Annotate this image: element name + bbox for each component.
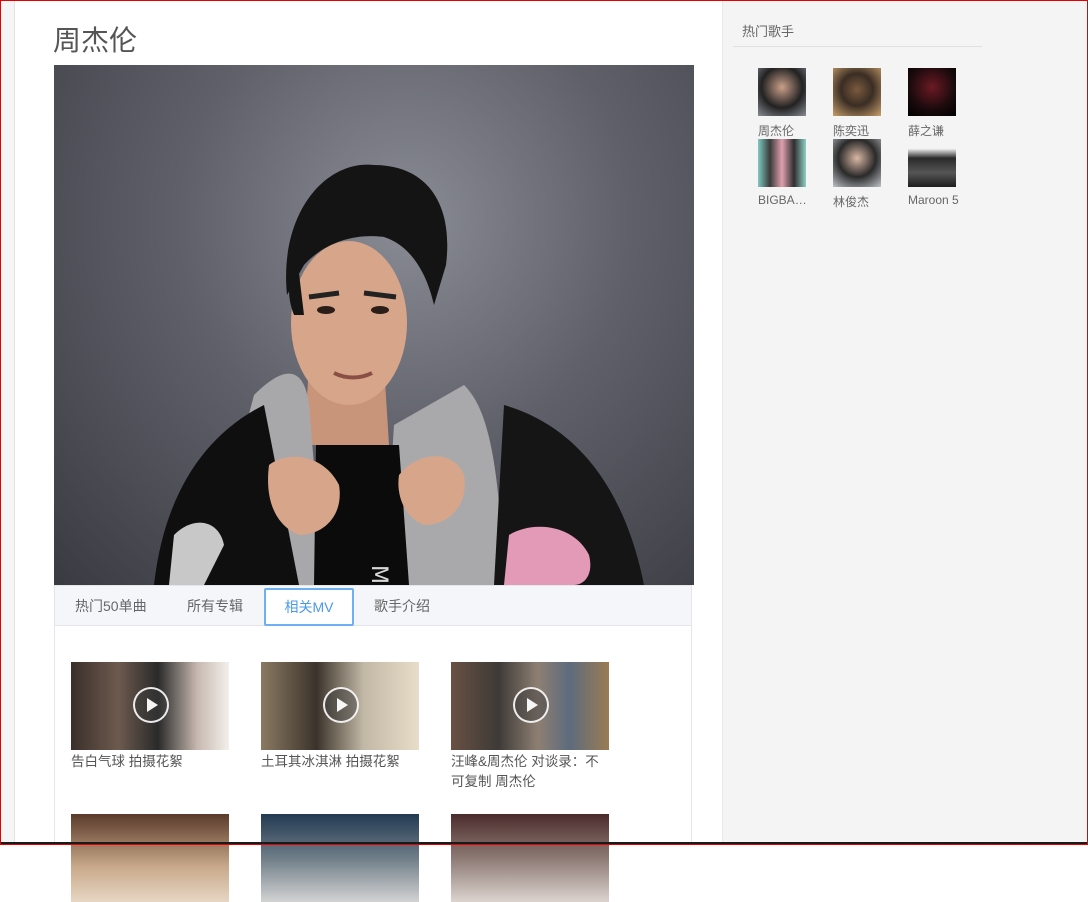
- tab-related-mv[interactable]: 相关MV: [264, 588, 354, 626]
- tab-all-albums[interactable]: 所有专辑: [187, 586, 243, 625]
- mv-item[interactable]: 土耳其冰淇淋 拍摄花絮: [261, 662, 421, 772]
- singer-item[interactable]: 林俊杰: [833, 139, 893, 210]
- singer-avatar[interactable]: [833, 68, 881, 116]
- singer-name[interactable]: BIGBANG: [758, 193, 810, 207]
- singer-item[interactable]: 周杰伦: [758, 68, 818, 139]
- tab-panel: 热门50单曲 所有专辑 相关MV 歌手介绍 告白气球 拍摄花絮 土耳其冰淇淋 拍…: [54, 585, 692, 902]
- left-rail: [1, 1, 15, 843]
- mv-item[interactable]: [71, 814, 231, 902]
- mv-thumbnail[interactable]: [71, 814, 229, 902]
- singer-name[interactable]: 林俊杰: [833, 193, 885, 210]
- hot-singers-sidebar: 热门歌手 周杰伦 陈奕迅 薛之谦 BIGBANG 林俊杰 Maroon 5: [722, 1, 994, 843]
- singer-avatar[interactable]: [908, 139, 956, 187]
- singer-item[interactable]: 薛之谦: [908, 68, 968, 139]
- tab-hot-songs[interactable]: 热门50单曲: [75, 586, 147, 625]
- singer-avatar[interactable]: [908, 68, 956, 116]
- mv-item[interactable]: [261, 814, 421, 902]
- mv-item[interactable]: [451, 814, 611, 902]
- mv-title[interactable]: 土耳其冰淇淋 拍摄花絮: [261, 752, 421, 772]
- mv-item[interactable]: 汪峰&周杰伦 对谈录：不可复制 周杰伦: [451, 662, 611, 792]
- main-content: 周杰伦 MD 热门50单曲 所有专辑 相关MV 歌手介绍 告白气球 拍摄花絮 土…: [15, 1, 721, 902]
- mv-title[interactable]: 汪峰&周杰伦 对谈录：不可复制 周杰伦: [451, 752, 611, 792]
- singer-item[interactable]: Maroon 5: [908, 139, 968, 207]
- singer-name[interactable]: 薛之谦: [908, 122, 960, 139]
- singer-avatar[interactable]: [833, 139, 881, 187]
- artist-name: 周杰伦: [53, 25, 138, 56]
- mv-item[interactable]: 告白气球 拍摄花絮: [71, 662, 231, 772]
- singer-avatar[interactable]: [758, 68, 806, 116]
- mv-thumbnail[interactable]: [71, 662, 229, 750]
- singer-avatar[interactable]: [758, 139, 806, 187]
- sidebar-heading: 热门歌手: [742, 24, 795, 39]
- artist-photo: MD: [54, 65, 694, 585]
- mv-thumbnail[interactable]: [451, 814, 609, 902]
- play-icon[interactable]: [323, 687, 359, 723]
- singer-name[interactable]: 陈奕迅: [833, 122, 885, 139]
- right-panel: [993, 1, 1086, 843]
- play-icon[interactable]: [133, 687, 169, 723]
- mv-title[interactable]: 告白气球 拍摄花絮: [71, 752, 231, 772]
- mv-thumbnail[interactable]: [451, 662, 609, 750]
- singer-item[interactable]: BIGBANG: [758, 139, 818, 207]
- play-icon[interactable]: [513, 687, 549, 723]
- divider: [733, 46, 982, 47]
- mv-thumbnail[interactable]: [261, 662, 419, 750]
- tab-bar: 热门50单曲 所有专辑 相关MV 歌手介绍: [55, 586, 691, 626]
- singer-item[interactable]: 陈奕迅: [833, 68, 893, 139]
- tab-artist-intro[interactable]: 歌手介绍: [374, 586, 430, 625]
- svg-text:MD: MD: [366, 565, 391, 585]
- singer-name[interactable]: Maroon 5: [908, 193, 960, 207]
- mv-thumbnail[interactable]: [261, 814, 419, 902]
- singer-name[interactable]: 周杰伦: [758, 122, 810, 139]
